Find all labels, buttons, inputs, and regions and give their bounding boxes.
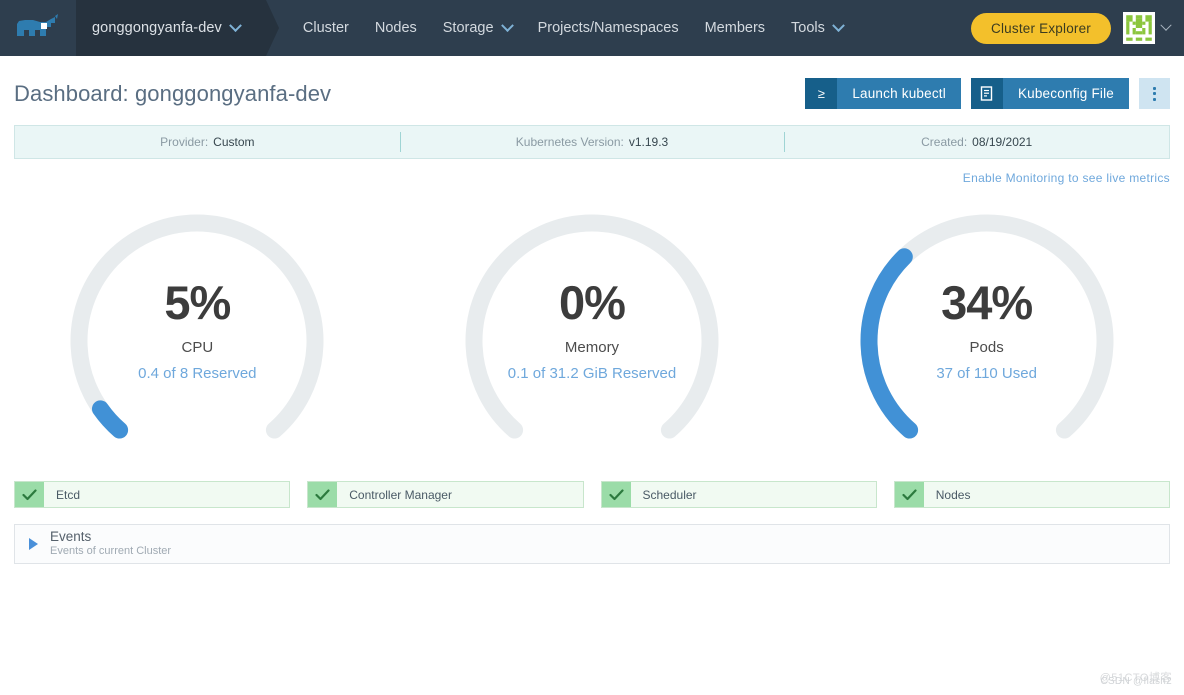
chevron-down-icon <box>1160 19 1172 31</box>
info-value: v1.19.3 <box>628 135 669 149</box>
nav-item-projects-namespaces[interactable]: Projects/Namespaces <box>525 0 692 56</box>
chevron-down-icon <box>229 18 242 32</box>
status-label: Nodes <box>935 487 971 502</box>
nav-item-storage[interactable]: Storage <box>430 0 525 56</box>
more-actions-button[interactable] <box>1139 78 1170 109</box>
gauge-sublabel: 0.1 of 31.2 GiB Reserved <box>507 364 677 382</box>
gauge-label: CPU <box>181 338 214 356</box>
gauge-cpu: 5% CPU 0.4 of 8 Reserved <box>42 193 352 473</box>
gauge-memory: 0% Memory 0.1 of 31.2 GiB Reserved <box>437 193 747 473</box>
cluster-selector[interactable]: gonggongyanfa-dev <box>76 0 279 56</box>
nav-item-members[interactable]: Members <box>692 0 778 56</box>
launch-kubectl-button[interactable]: ≥ Launch kubectl <box>805 78 961 109</box>
nav-item-label: Tools <box>791 20 825 36</box>
check-icon <box>894 482 924 507</box>
gauge-pods: 34% Pods 37 of 110 Used <box>832 193 1142 473</box>
info-label: Created: <box>921 135 968 149</box>
watermark-line-2: CSDN @flash2 <box>1100 676 1172 687</box>
status-item-nodes[interactable]: Nodes <box>893 481 1170 508</box>
status-item-controller-manager[interactable]: Controller Manager <box>307 481 584 508</box>
kubeconfig-file-button[interactable]: Kubeconfig File <box>970 78 1129 109</box>
info-label: Kubernetes Version: <box>515 135 624 149</box>
status-item-scheduler[interactable]: Scheduler <box>600 481 877 508</box>
info-cell-provider: Provider: Custom <box>15 126 400 158</box>
enable-monitoring-link[interactable]: Enable Monitoring to see live metrics <box>963 171 1170 185</box>
rancher-logo-icon <box>17 14 58 36</box>
events-accordion[interactable]: Events Events of current Cluster <box>14 524 1170 564</box>
check-icon <box>601 482 631 507</box>
page-title: Dashboard: gonggongyanfa-dev <box>14 80 332 106</box>
resource-gauges: 5% CPU 0.4 of 8 Reserved 0% Memory 0.1 o… <box>0 193 1184 473</box>
check-glyph <box>608 488 624 500</box>
gauge-memory-text: 0% Memory 0.1 of 31.2 GiB Reserved <box>508 279 676 382</box>
nav-item-label: Projects/Namespaces <box>537 20 679 36</box>
nav-links: Cluster Nodes Storage Projects/Namespace… <box>290 0 856 56</box>
check-glyph <box>315 488 330 500</box>
status-item-etcd[interactable]: Etcd <box>14 481 291 508</box>
status-label: Scheduler <box>642 487 697 502</box>
info-cell-kubernetes-version: Kubernetes Version: v1.19.3 <box>399 126 785 158</box>
info-value: 08/19/2021 <box>972 135 1033 149</box>
chevron-down-icon <box>832 18 845 32</box>
info-cell-created: Created: 08/19/2021 <box>784 126 1169 158</box>
chevron-down-icon <box>500 18 514 32</box>
gauge-sublabel: 0.4 of 8 Reserved <box>138 364 257 382</box>
nav-item-label: Cluster <box>302 20 349 36</box>
kebab-dot <box>1153 92 1156 95</box>
status-label: Etcd <box>56 487 81 502</box>
events-title: Events <box>50 529 92 545</box>
nav-item-label: Nodes <box>374 20 417 36</box>
events-subtitle: Events of current Cluster <box>50 544 172 557</box>
monitoring-row: Enable Monitoring to see live metrics <box>0 159 1184 187</box>
gauge-label: Pods <box>969 338 1004 356</box>
avatar <box>1123 12 1155 44</box>
top-navigation-bar: gonggongyanfa-dev Cluster Nodes Storage … <box>0 0 1184 56</box>
kebab-dot <box>1153 86 1156 90</box>
cluster-selector-label: gonggongyanfa-dev <box>92 20 222 36</box>
check-icon <box>15 482 44 507</box>
nav-item-label: Storage <box>442 20 494 36</box>
gauge-percent: 0% <box>559 275 626 329</box>
events-text-group: Events Events of current Cluster <box>50 529 171 558</box>
nav-item-nodes[interactable]: Nodes <box>362 0 430 56</box>
gauge-percent: 34% <box>941 275 1033 329</box>
watermark: @51CTO博客 CSDN @flash2 <box>1100 669 1172 687</box>
gauge-pods-text: 34% Pods 37 of 110 Used <box>936 279 1037 382</box>
gauge-cpu-text: 5% CPU 0.4 of 8 Reserved <box>138 279 256 382</box>
nav-right-group: Cluster Explorer <box>971 12 1184 44</box>
terminal-prompt-icon: ≥ <box>805 78 838 109</box>
file-document-glyph <box>981 86 993 101</box>
chevron-right-icon <box>29 538 38 550</box>
component-status-row: Etcd Controller Manager Scheduler Nodes <box>0 481 1184 508</box>
nav-item-label: Members <box>704 20 766 36</box>
user-menu[interactable] <box>1123 12 1172 44</box>
cluster-info-bar: Provider: Custom Kubernetes Version: v1.… <box>14 125 1170 159</box>
info-value: Custom <box>213 135 255 149</box>
status-label: Controller Manager <box>349 487 452 502</box>
nav-item-tools[interactable]: Tools <box>778 0 856 56</box>
gauge-percent: 5% <box>164 275 231 329</box>
rancher-logo[interactable] <box>0 0 76 56</box>
file-document-icon <box>970 78 1003 109</box>
info-label: Provider: <box>160 135 209 149</box>
header-actions: ≥ Launch kubectl Kubeconfig File <box>805 78 1170 109</box>
watermark-line-1: @51CTO博客 <box>1099 672 1172 684</box>
nav-item-cluster[interactable]: Cluster <box>290 0 362 56</box>
kubeconfig-file-label: Kubeconfig File <box>1002 78 1129 109</box>
launch-kubectl-label: Launch kubectl <box>837 78 961 109</box>
check-glyph <box>22 488 37 500</box>
check-icon <box>308 482 338 507</box>
cluster-explorer-button[interactable]: Cluster Explorer <box>971 12 1111 44</box>
check-glyph <box>902 488 917 500</box>
gauge-sublabel: 37 of 110 Used <box>936 364 1037 382</box>
kebab-dot <box>1153 97 1156 101</box>
gauge-label: Memory <box>564 338 620 356</box>
page-header: Dashboard: gonggongyanfa-dev ≥ Launch ku… <box>0 56 1184 121</box>
